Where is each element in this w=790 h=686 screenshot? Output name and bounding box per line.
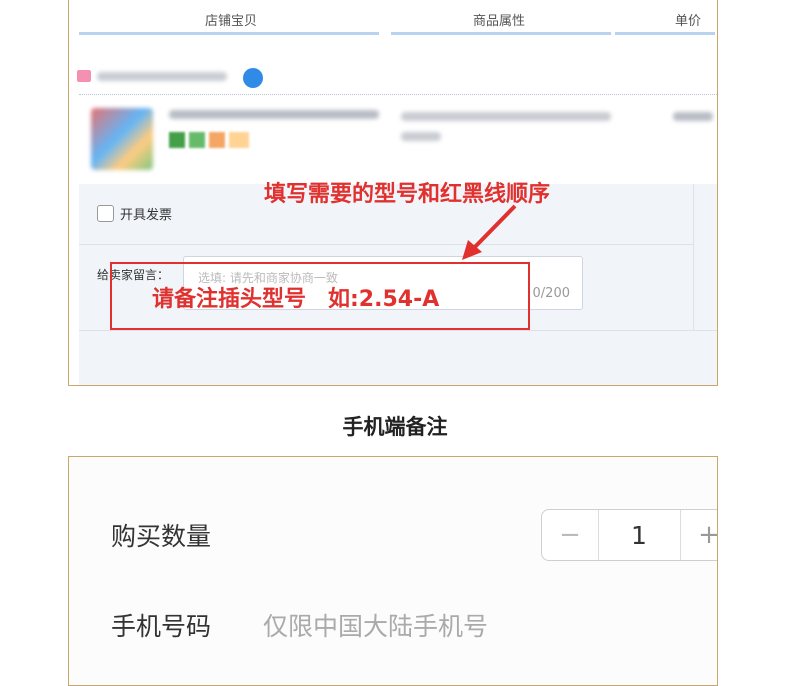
increase-quantity-button[interactable]: + bbox=[680, 510, 717, 560]
annotation-box-note: 请备注插头型号 如:2.54-A bbox=[152, 287, 440, 312]
phone-label: 手机号码 bbox=[111, 612, 212, 641]
quantity-label: 购买数量 bbox=[111, 522, 212, 551]
annotation-arrow-icon bbox=[462, 204, 517, 260]
section-title: 手机端备注 bbox=[342, 415, 448, 439]
phone-number-input[interactable]: 仅限中国大陆手机号 bbox=[263, 607, 488, 643]
quantity-stepper[interactable]: − 1 + bbox=[541, 509, 717, 561]
annotation-highlight-box: 请备注插头型号 如:2.54-A bbox=[110, 262, 530, 330]
quantity-value[interactable]: 1 bbox=[598, 510, 680, 560]
mobile-order-panel: 购买数量 − 1 + 手机号码 仅限中国大陆手机号 bbox=[68, 456, 718, 686]
decrease-quantity-button[interactable]: − bbox=[542, 510, 599, 560]
